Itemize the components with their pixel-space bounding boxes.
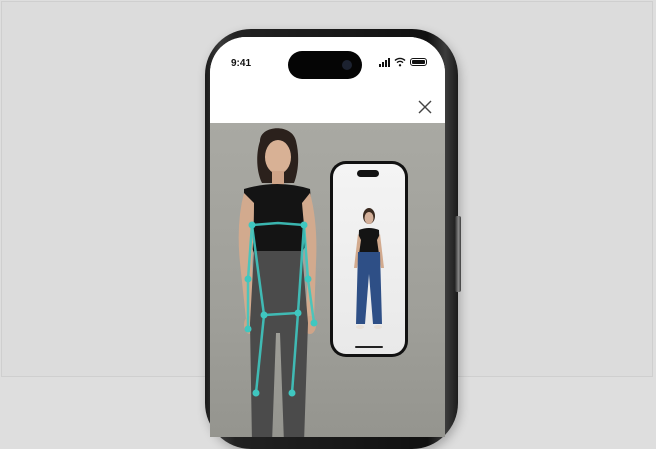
phone-side-button <box>455 216 461 292</box>
phone-screen: 9:41 <box>210 37 445 437</box>
model-preview-screen <box>333 164 405 354</box>
camera-subject <box>238 128 318 437</box>
preview-home-indicator <box>355 346 383 348</box>
screen-header <box>210 93 445 124</box>
wifi-icon <box>394 57 406 67</box>
front-camera-icon <box>342 60 352 70</box>
cellular-signal-icon <box>379 58 390 67</box>
status-bar: 9:41 <box>210 37 445 93</box>
model-preview-card[interactable] <box>330 161 408 357</box>
dynamic-island <box>288 51 362 79</box>
status-time: 9:41 <box>231 58 252 69</box>
battery-icon <box>410 58 427 66</box>
status-icons <box>379 57 427 67</box>
camera-view <box>210 123 445 437</box>
preview-model-image <box>354 208 384 329</box>
close-icon[interactable] <box>415 97 435 117</box>
